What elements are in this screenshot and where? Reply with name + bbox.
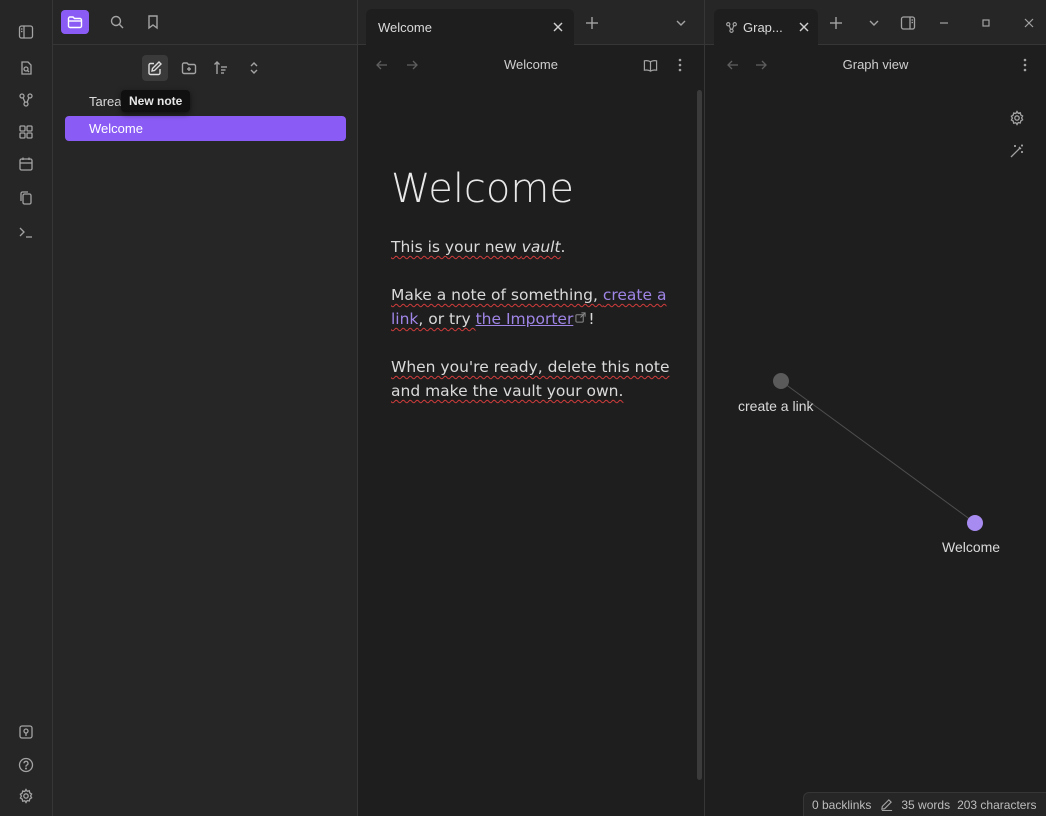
p1-suffix: . — [560, 238, 566, 256]
sidebar-toggle-icon[interactable] — [14, 20, 38, 44]
character-count: 203 characters — [957, 797, 1037, 812]
p1-emphasis: vault — [521, 238, 561, 256]
edit-pencil-icon[interactable] — [878, 798, 894, 811]
tab-list-chevron-down-icon[interactable] — [672, 14, 690, 32]
vault-switcher-icon[interactable] — [14, 720, 38, 744]
canvas-icon[interactable] — [14, 120, 38, 144]
editor-tab-bar: Welcome — [358, 0, 704, 45]
templates-icon[interactable] — [14, 186, 38, 210]
graph-tab-list-chevron-down-icon[interactable] — [865, 14, 883, 32]
close-graph-tab-icon[interactable] — [796, 19, 812, 35]
sidebar-tab-header — [53, 0, 358, 45]
file-tree-item-active[interactable]: Welcome — [65, 116, 346, 141]
tab-welcome[interactable]: Welcome — [366, 9, 574, 45]
search-icon[interactable] — [103, 10, 131, 34]
minimize-window-icon[interactable] — [935, 14, 953, 32]
calendar-icon[interactable] — [14, 152, 38, 176]
graph-view-icon[interactable] — [14, 88, 38, 112]
note-title: Welcome — [391, 166, 574, 212]
help-icon[interactable] — [14, 753, 38, 777]
p2-suffix: ! — [588, 310, 595, 328]
new-note-icon[interactable] — [142, 55, 168, 81]
toggle-right-sidebar-icon[interactable] — [898, 13, 918, 33]
tooltip: New note — [121, 90, 191, 112]
tab-title: Welcome — [378, 20, 432, 35]
file-explorer-pane: Tarea Welcome — [53, 0, 358, 816]
reading-view-book-icon[interactable] — [642, 57, 658, 73]
graph-new-tab-plus-icon[interactable] — [827, 14, 845, 32]
note-content[interactable]: Welcome This is your new vault. Make a n… — [391, 165, 671, 427]
tab-graph[interactable]: Grap... — [714, 9, 818, 45]
maximize-window-icon[interactable] — [977, 14, 995, 32]
external-link-importer[interactable]: the Importer — [476, 310, 574, 328]
graph-node-create-a-link[interactable] — [773, 373, 789, 389]
p2-mid: , or try — [418, 310, 476, 328]
p1-prefix: This is your new — [391, 238, 522, 256]
quick-switcher-icon[interactable] — [14, 56, 38, 80]
graph-tab-bar: Grap... — [705, 0, 1046, 45]
graph-node-label: create a link — [738, 398, 814, 414]
file-tree-item[interactable]: Tarea — [65, 89, 346, 114]
editor-pane: Welcome Welcome Welcome This is your new… — [358, 0, 705, 816]
p2-prefix: Make a note of something, — [391, 286, 603, 304]
note-paragraph-2: Make a note of something, create a link,… — [391, 283, 671, 331]
note-paragraph-3: When you're ready, delete this note and … — [391, 358, 670, 400]
graph-pane: Grap... Graph view create a link Welcome… — [705, 0, 1046, 816]
close-tab-icon[interactable] — [550, 19, 566, 35]
new-folder-icon[interactable] — [176, 55, 202, 81]
left-ribbon — [0, 0, 53, 816]
external-link-icon — [575, 312, 588, 323]
graph-tab-title: Grap... — [743, 20, 783, 35]
settings-gear-icon[interactable] — [14, 784, 38, 808]
graph-tab-icon — [724, 20, 738, 34]
more-options-icon[interactable] — [672, 57, 688, 73]
graph-node-label: Welcome — [942, 539, 1001, 555]
status-bar: 0 backlinks 35 words 203 characters — [803, 792, 1046, 816]
sort-order-icon[interactable] — [208, 55, 234, 81]
graph-canvas[interactable] — [705, 45, 1046, 805]
collapse-expand-icon[interactable] — [241, 55, 267, 81]
files-tab-folder-icon[interactable] — [61, 10, 89, 34]
editor-view-header: Welcome — [358, 45, 704, 85]
bookmark-icon[interactable] — [139, 10, 167, 34]
note-paragraph-1: This is your new vault. — [391, 235, 671, 259]
backlinks-count[interactable]: 0 backlinks — [812, 798, 871, 812]
editor-scrollbar[interactable] — [697, 90, 702, 780]
terminal-icon[interactable] — [14, 220, 38, 244]
new-tab-plus-icon[interactable] — [583, 14, 601, 32]
word-count: 35 words — [901, 797, 951, 812]
graph-node-welcome[interactable] — [967, 515, 983, 531]
close-window-icon[interactable] — [1020, 14, 1038, 32]
